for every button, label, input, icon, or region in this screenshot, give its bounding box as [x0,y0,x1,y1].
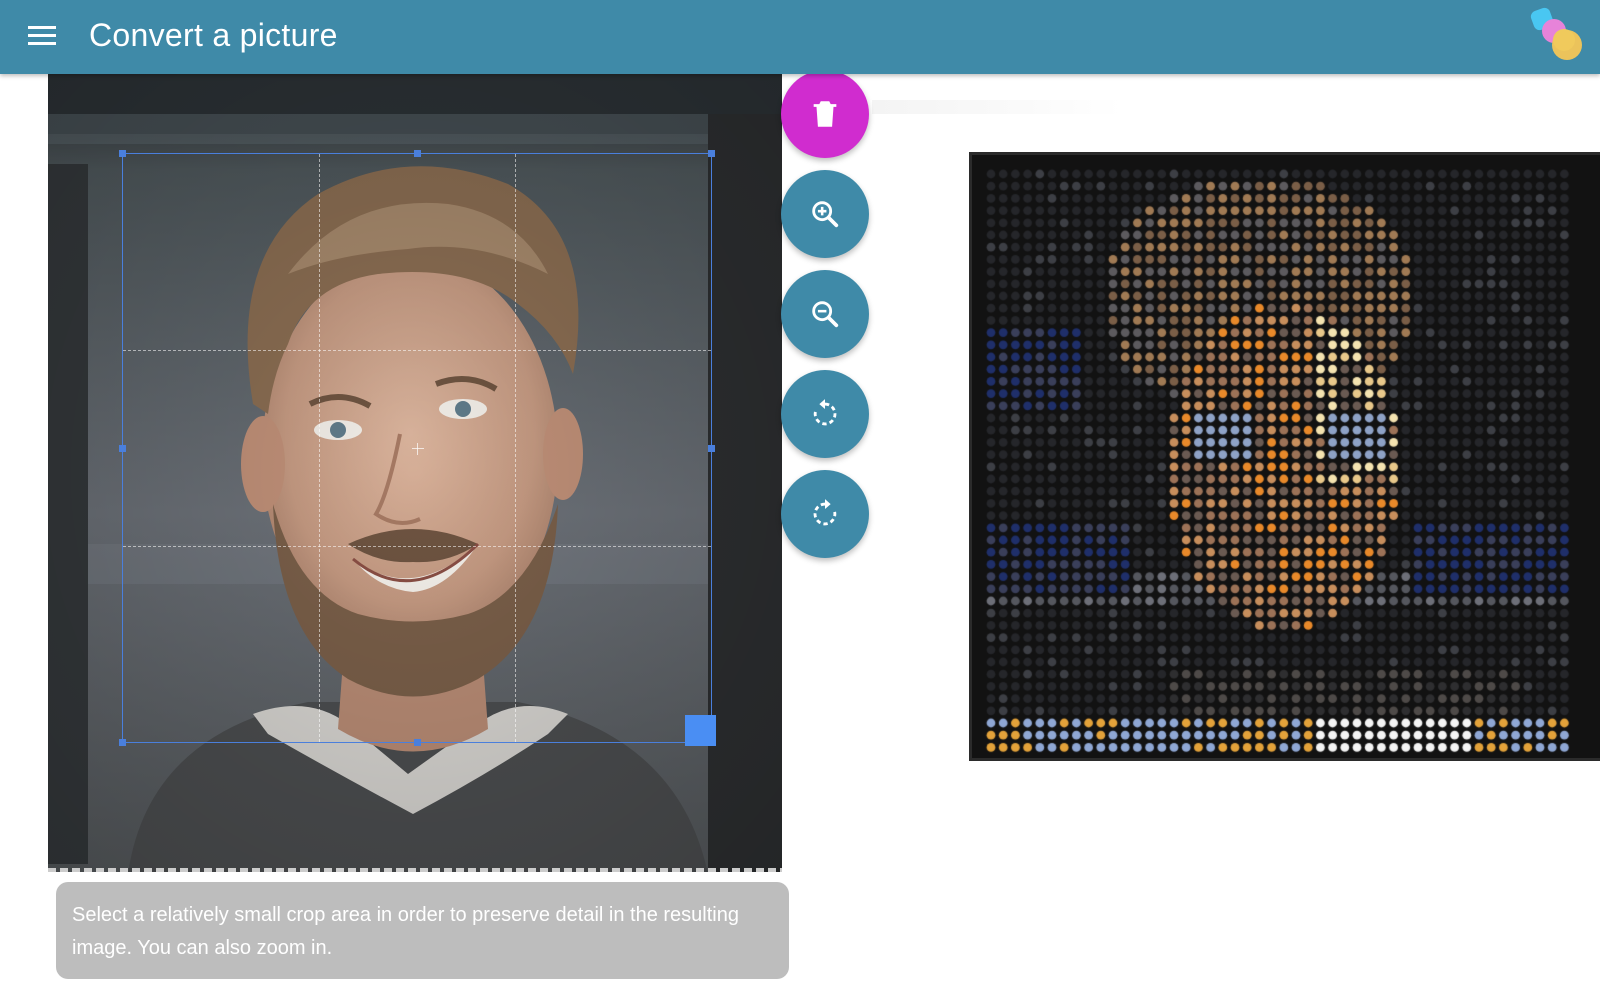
zoom-in-icon [812,201,839,228]
page-title: Convert a picture [89,17,338,53]
zoom-in-button[interactable] [781,170,869,258]
crop-hint: Select a relatively small crop area in o… [56,882,789,979]
rotate-right-button[interactable] [781,470,869,558]
zoom-out-icon [812,301,839,328]
crop-grid-line [123,350,711,351]
dot-art-preview [969,152,1600,761]
crop-handle-top[interactable] [414,150,421,157]
photo-crop-area[interactable] [48,74,782,872]
rotate-left-button[interactable] [781,370,869,458]
crop-handle-bottom-left[interactable] [119,739,126,746]
preview-placeholder-bar [872,100,1122,114]
zoom-out-button[interactable] [781,270,869,358]
crop-handle-right[interactable] [708,445,715,452]
crop-resize-handle[interactable] [685,715,716,746]
crop-center-marker [412,443,424,455]
crop-grid-line [515,154,516,742]
delete-button[interactable] [781,70,869,158]
crop-grid-line [123,546,711,547]
crop-selection-box[interactable] [119,150,716,746]
hamburger-menu-icon[interactable] [26,22,60,52]
app-logo-icon [1530,7,1582,60]
app-bar: Convert a picture [0,0,1600,74]
crop-grid-line [319,154,320,742]
rotate-left-icon [813,399,837,426]
trash-icon [813,101,837,127]
crop-handle-bottom[interactable] [414,739,421,746]
crop-handle-top-left[interactable] [119,150,126,157]
crop-handle-left[interactable] [119,445,126,452]
crop-handle-top-right[interactable] [708,150,715,157]
dot-art-canvas [972,155,1600,758]
rotate-right-icon [813,499,837,526]
